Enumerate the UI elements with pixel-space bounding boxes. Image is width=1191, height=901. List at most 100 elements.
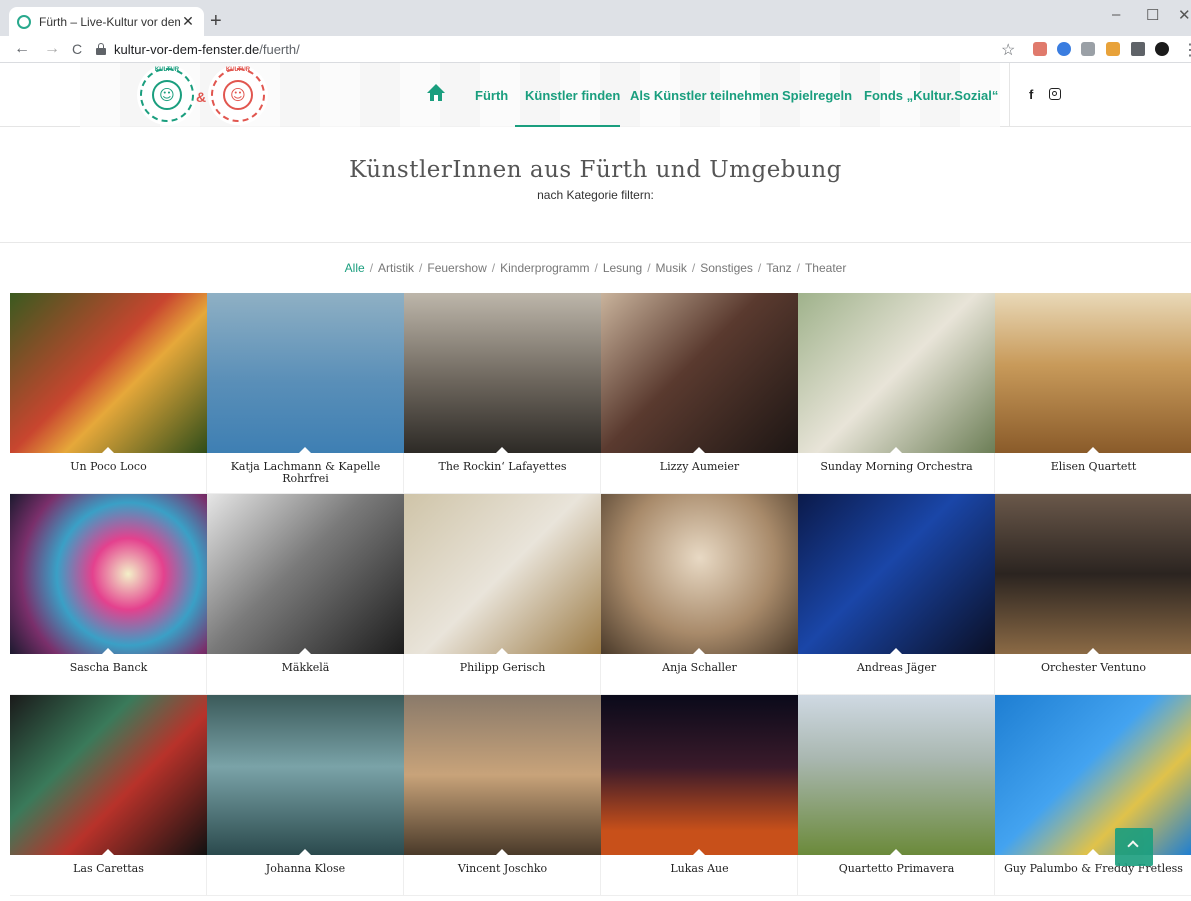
artist-name[interactable]: Elisen Quartett <box>999 461 1188 473</box>
artist-name[interactable]: Un Poco Loco <box>14 461 203 473</box>
card-notch <box>299 648 311 654</box>
artist-photo[interactable] <box>404 494 601 654</box>
artist-photo[interactable] <box>995 695 1191 855</box>
filter-lesung[interactable]: Lesung <box>603 261 642 275</box>
artist-name[interactable]: Lizzy Aumeier <box>605 461 794 473</box>
nav-fuerth[interactable]: Fürth <box>475 88 508 103</box>
artist-name[interactable]: Sunday Morning Orchestra <box>802 461 991 473</box>
artist-card[interactable]: Un Poco Loco <box>10 293 207 494</box>
camera-extension-icon[interactable] <box>1081 42 1095 56</box>
minimize-icon[interactable]: – <box>1112 6 1120 23</box>
filter-musik[interactable]: Musik <box>656 261 687 275</box>
artist-card[interactable]: Quartetto Primavera <box>798 695 995 896</box>
artist-photo[interactable] <box>207 695 404 855</box>
maximize-icon[interactable]: ☐ <box>1146 6 1159 24</box>
url-field[interactable]: kultur-vor-dem-fenster.de/fuerth/ <box>114 42 300 57</box>
card-notch <box>299 447 311 453</box>
close-window-icon[interactable]: ✕ <box>1178 6 1191 24</box>
logo-kultur-in-kleinen-kreis[interactable]: KULTUR ☺ <box>208 65 268 125</box>
back-icon[interactable]: ← <box>14 40 30 58</box>
artist-card[interactable]: Guy Palumbo & Freddy Fretless <box>995 695 1191 896</box>
new-tab-button[interactable]: + <box>210 10 222 33</box>
artist-card[interactable]: Andreas Jäger <box>798 494 995 695</box>
nav-als-kuenstler-teilnehmen[interactable]: Als Künstler teilnehmen <box>630 88 779 103</box>
browser-tab[interactable]: Fürth – Live-Kultur vor dem Fens ✕ <box>9 7 204 36</box>
artist-photo[interactable] <box>601 293 798 453</box>
extension-icon[interactable] <box>1106 42 1120 56</box>
artist-name[interactable]: Philipp Gerisch <box>408 662 597 674</box>
artist-name[interactable]: Katja Lachmann & Kapelle Rohrfrei <box>211 461 400 485</box>
artist-card[interactable]: Sascha Banck <box>10 494 207 695</box>
instagram-icon[interactable] <box>1049 88 1061 100</box>
artist-name[interactable]: Mäkkelä <box>211 662 400 674</box>
artist-card[interactable]: Philipp Gerisch <box>404 494 601 695</box>
filter-theater[interactable]: Theater <box>805 261 846 275</box>
artist-card[interactable]: Mäkkelä <box>207 494 404 695</box>
artist-name[interactable]: Lukas Aue <box>605 863 794 875</box>
artist-photo[interactable] <box>207 494 404 654</box>
artist-name[interactable]: Andreas Jäger <box>802 662 991 674</box>
artist-card[interactable]: Katja Lachmann & Kapelle Rohrfrei <box>207 293 404 494</box>
artist-name[interactable]: Sascha Banck <box>14 662 203 674</box>
artist-name[interactable]: Anja Schaller <box>605 662 794 674</box>
home-icon[interactable] <box>427 84 445 101</box>
artist-photo[interactable] <box>404 293 601 453</box>
artist-photo[interactable] <box>404 695 601 855</box>
forward-icon[interactable]: → <box>44 40 60 58</box>
card-notch <box>102 648 114 654</box>
artist-card[interactable]: Johanna Klose <box>207 695 404 896</box>
facebook-icon[interactable]: f <box>1029 87 1033 102</box>
artist-photo[interactable] <box>995 293 1191 453</box>
logo-kultur-vor-dem-fenster[interactable]: KULTUR ☺ <box>137 65 197 125</box>
filter-artistik[interactable]: Artistik <box>378 261 414 275</box>
artist-photo[interactable] <box>798 494 995 654</box>
card-notch <box>693 849 705 855</box>
artist-photo[interactable] <box>10 293 207 453</box>
extension-icon[interactable] <box>1057 42 1071 56</box>
artist-card[interactable]: Anja Schaller <box>601 494 798 695</box>
filter-sonstiges[interactable]: Sonstiges <box>700 261 753 275</box>
artist-name[interactable]: Johanna Klose <box>211 863 400 875</box>
artist-card[interactable]: Orchester Ventuno <box>995 494 1191 695</box>
artist-photo[interactable] <box>995 494 1191 654</box>
artist-card[interactable]: Elisen Quartett <box>995 293 1191 494</box>
artist-name[interactable]: Quartetto Primavera <box>802 863 991 875</box>
nav-spielregeln[interactable]: Spielregeln <box>782 88 852 103</box>
profile-avatar[interactable] <box>1155 42 1169 56</box>
artist-photo[interactable] <box>798 293 995 453</box>
reload-icon[interactable]: C <box>72 41 82 57</box>
bookmark-star-icon[interactable]: ☆ <box>1001 40 1015 60</box>
tab-close-icon[interactable]: ✕ <box>180 13 196 30</box>
artist-name[interactable]: Vincent Joschko <box>408 863 597 875</box>
scroll-to-top-button[interactable] <box>1115 828 1153 866</box>
artist-card[interactable]: Sunday Morning Orchestra <box>798 293 995 494</box>
pdf-extension-icon[interactable] <box>1033 42 1047 56</box>
filter-kinderprogramm[interactable]: Kinderprogramm <box>500 261 589 275</box>
artist-photo[interactable] <box>10 695 207 855</box>
artist-card[interactable]: Las Carettas <box>10 695 207 896</box>
card-notch <box>693 447 705 453</box>
artist-card[interactable]: The Rockin‘ Lafayettes <box>404 293 601 494</box>
filter-tanz[interactable]: Tanz <box>766 261 791 275</box>
nav-kuenstler-finden[interactable]: Künstler finden <box>525 88 620 103</box>
artist-photo[interactable] <box>601 494 798 654</box>
artist-name[interactable]: Orchester Ventuno <box>999 662 1188 674</box>
chevron-up-icon <box>1127 840 1139 852</box>
artist-name[interactable]: Guy Palumbo & Freddy Fretless <box>999 863 1188 875</box>
artist-card[interactable]: Lukas Aue <box>601 695 798 896</box>
artist-photo[interactable] <box>10 494 207 654</box>
artist-photo[interactable] <box>798 695 995 855</box>
artist-card[interactable]: Lizzy Aumeier <box>601 293 798 494</box>
browser-menu-icon[interactable]: ⋮ <box>1182 40 1191 60</box>
extensions-puzzle-icon[interactable] <box>1131 42 1145 56</box>
filter-feuershow[interactable]: Feuershow <box>427 261 486 275</box>
filter-separator: / <box>369 261 374 275</box>
nav-fonds-kultur-sozial[interactable]: Fonds „Kultur.Sozial“ <box>864 88 998 103</box>
artist-card[interactable]: Vincent Joschko <box>404 695 601 896</box>
artist-name[interactable]: The Rockin‘ Lafayettes <box>408 461 597 473</box>
artist-name[interactable]: Las Carettas <box>14 863 203 875</box>
artist-photo[interactable] <box>207 293 404 453</box>
active-nav-indicator <box>515 125 620 127</box>
artist-photo[interactable] <box>601 695 798 855</box>
filter-alle[interactable]: Alle <box>345 261 365 275</box>
